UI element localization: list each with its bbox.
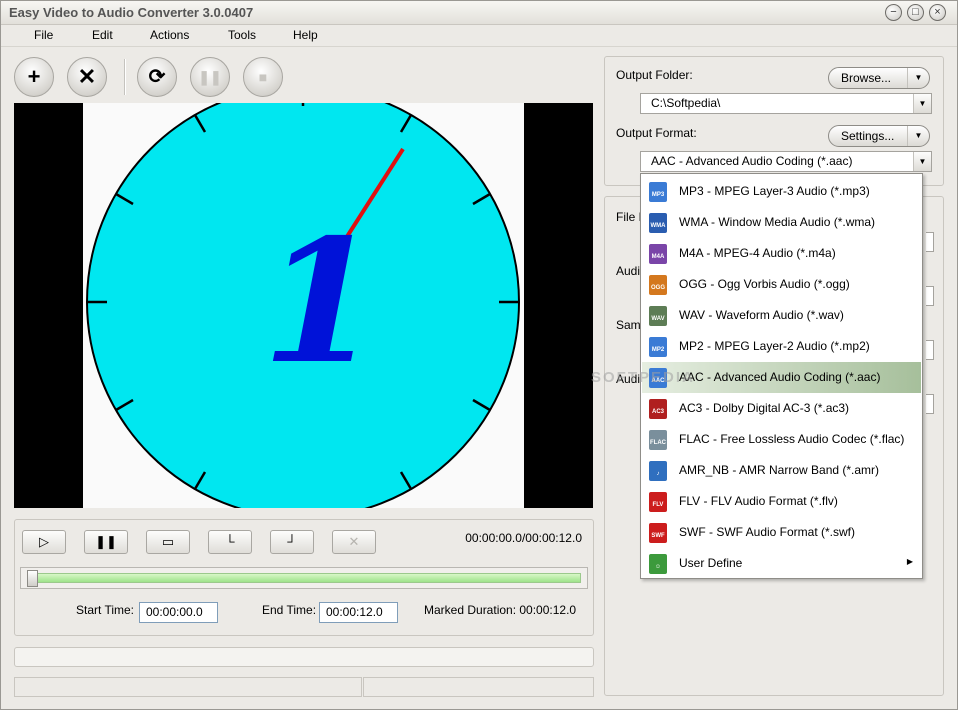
format-icon: ♪ xyxy=(649,461,667,481)
format-option-label: MP2 - MPEG Layer-2 Audio (*.mp2) xyxy=(679,339,870,353)
remove-file-button[interactable]: ✕ xyxy=(67,57,107,97)
format-option-label: OGG - Ogg Vorbis Audio (*.ogg) xyxy=(679,277,850,291)
format-option-label: AAC - Advanced Audio Coding (*.aac) xyxy=(679,370,881,384)
seek-range-fill xyxy=(27,573,581,583)
format-option-label: AC3 - Dolby Digital AC-3 (*.ac3) xyxy=(679,401,850,415)
browse-button[interactable]: Browse... ▼ xyxy=(828,67,930,89)
menu-bar: File Edit Actions Tools Help xyxy=(1,25,957,47)
format-option[interactable]: M4A M4A - MPEG-4 Audio (*.m4a) xyxy=(642,238,921,269)
toolbar-separator xyxy=(124,59,126,95)
app-window: Easy Video to Audio Converter 3.0.0407 −… xyxy=(0,0,958,710)
mark-start-button[interactable]: └ xyxy=(208,530,252,554)
format-option-label: AMR_NB - AMR Narrow Band (*.amr) xyxy=(679,463,880,477)
player-stop-button[interactable]: ▭ xyxy=(146,530,190,554)
format-icon: ☺ xyxy=(649,554,667,574)
file-name-field-edge[interactable] xyxy=(926,232,934,252)
format-icon: WAV xyxy=(649,306,667,326)
format-option-label: MP3 - MPEG Layer-3 Audio (*.mp3) xyxy=(679,184,870,198)
sample-rate-combo-edge[interactable] xyxy=(926,340,934,360)
menu-edit[interactable]: Edit xyxy=(92,28,113,42)
output-format-label: Output Format: xyxy=(616,126,697,140)
format-option-label: M4A - MPEG-4 Audio (*.m4a) xyxy=(679,246,836,260)
chevron-down-icon: ▼ xyxy=(907,126,929,146)
title-bar: Easy Video to Audio Converter 3.0.0407 −… xyxy=(1,1,957,25)
output-folder-value: C:\Softpedia\ xyxy=(651,96,721,110)
format-icon: FLAC xyxy=(649,430,667,450)
seek-thumb[interactable] xyxy=(27,570,38,587)
format-option-label: User Define xyxy=(679,556,743,570)
add-files-button[interactable]: + xyxy=(14,57,54,97)
player-controls: ▷ ❚❚ ▭ └ ┘ ✕ 00:00:00.0/00:00:12.0 Start… xyxy=(14,519,594,636)
clock-countdown-frame: 1 xyxy=(86,85,520,519)
status-bar-left xyxy=(14,677,362,697)
clear-marks-button[interactable]: ✕ xyxy=(332,530,376,554)
mark-end-button[interactable]: ┘ xyxy=(270,530,314,554)
format-icon: WMA xyxy=(649,213,667,233)
format-option-label: WMA - Window Media Audio (*.wma) xyxy=(679,215,876,229)
format-icon: M4A xyxy=(649,244,667,264)
format-option-label: FLV - FLV Audio Format (*.flv) xyxy=(679,494,838,508)
format-option[interactable]: FLV FLV - FLV Audio Format (*.flv) xyxy=(642,486,921,517)
settings-button-label: Settings... xyxy=(841,129,895,143)
start-time-label: Start Time: xyxy=(76,603,135,617)
seek-track[interactable] xyxy=(20,567,588,589)
format-option[interactable]: ☺ User Define ▶ xyxy=(642,548,921,579)
window-title: Easy Video to Audio Converter 3.0.0407 xyxy=(9,5,254,20)
chevron-down-icon: ▼ xyxy=(913,152,931,171)
output-format-combo[interactable]: AAC - Advanced Audio Coding (*.aac) ▼ xyxy=(640,151,932,172)
format-option[interactable]: SWF SWF - SWF Audio Format (*.swf) xyxy=(642,517,921,548)
format-option[interactable]: MP2 MP2 - MPEG Layer-2 Audio (*.mp2) xyxy=(642,331,921,362)
format-option-label: SWF - SWF Audio Format (*.swf) xyxy=(679,525,856,539)
submenu-arrow-icon: ▶ xyxy=(906,557,913,566)
format-option[interactable]: MP3 MP3 - MPEG Layer-3 Audio (*.mp3) xyxy=(642,176,921,207)
output-folder-label: Output Folder: xyxy=(616,68,693,82)
menu-file[interactable]: File xyxy=(34,28,53,42)
format-option[interactable]: OGG OGG - Ogg Vorbis Audio (*.ogg) xyxy=(642,269,921,300)
marked-duration: Marked Duration: 00:00:12.0 xyxy=(424,603,577,617)
video-preview: 1 xyxy=(14,85,593,519)
format-option[interactable]: ♪ AMR_NB - AMR Narrow Band (*.amr) xyxy=(642,455,921,486)
status-bar-right xyxy=(363,677,594,697)
end-time-label: End Time: xyxy=(262,603,317,617)
maximize-button[interactable]: □ xyxy=(907,4,924,21)
close-button[interactable]: × xyxy=(929,4,946,21)
menu-tools[interactable]: Tools xyxy=(228,28,256,42)
play-button[interactable]: ▷ xyxy=(22,530,66,554)
pause-button[interactable]: ❚❚ xyxy=(190,57,230,97)
format-icon: FLV xyxy=(649,492,667,512)
format-option-label: FLAC - Free Lossless Audio Codec (*.flac… xyxy=(679,432,905,446)
chevron-down-icon: ▼ xyxy=(907,68,929,88)
format-icon: AC3 xyxy=(649,399,667,419)
format-icon: SWF xyxy=(649,523,667,543)
video-frame: 1 xyxy=(83,85,524,519)
format-option[interactable]: AC3 AC3 - Dolby Digital AC-3 (*.ac3) xyxy=(642,393,921,424)
minimize-button[interactable]: − xyxy=(885,4,902,21)
conversion-progress-bar xyxy=(14,647,594,667)
softpedia-watermark: SOFTPEDIA xyxy=(591,369,695,386)
convert-button[interactable]: ⟳ xyxy=(137,57,177,97)
audio-channels-combo-edge[interactable] xyxy=(926,394,934,414)
svg-text:1: 1 xyxy=(262,202,380,402)
audio-codec-combo-edge[interactable] xyxy=(926,286,934,306)
format-icon: MP2 xyxy=(649,337,667,357)
menu-help[interactable]: Help xyxy=(293,28,318,42)
stop-button[interactable]: ■ xyxy=(243,57,283,97)
format-icon: MP3 xyxy=(649,182,667,202)
format-option[interactable]: WAV WAV - Waveform Audio (*.wav) xyxy=(642,300,921,331)
format-icon: OGG xyxy=(649,275,667,295)
settings-button[interactable]: Settings... ▼ xyxy=(828,125,930,147)
chevron-down-icon: ▼ xyxy=(913,94,931,113)
output-format-value: AAC - Advanced Audio Coding (*.aac) xyxy=(651,154,853,168)
player-pause-button[interactable]: ❚❚ xyxy=(84,530,128,554)
menu-actions[interactable]: Actions xyxy=(150,28,189,42)
format-option[interactable]: WMA WMA - Window Media Audio (*.wma) xyxy=(642,207,921,238)
format-option[interactable]: FLAC FLAC - Free Lossless Audio Codec (*.… xyxy=(642,424,921,455)
start-time-input[interactable]: 00:00:00.0 xyxy=(139,602,218,623)
time-readout: 00:00:00.0/00:00:12.0 xyxy=(465,531,582,545)
format-option-label: WAV - Waveform Audio (*.wav) xyxy=(679,308,844,322)
end-time-input[interactable]: 00:00:12.0 xyxy=(319,602,398,623)
browse-button-label: Browse... xyxy=(841,71,892,85)
audio-codec-label: Audi xyxy=(616,264,641,278)
output-folder-combo[interactable]: C:\Softpedia\ ▼ xyxy=(640,93,932,114)
